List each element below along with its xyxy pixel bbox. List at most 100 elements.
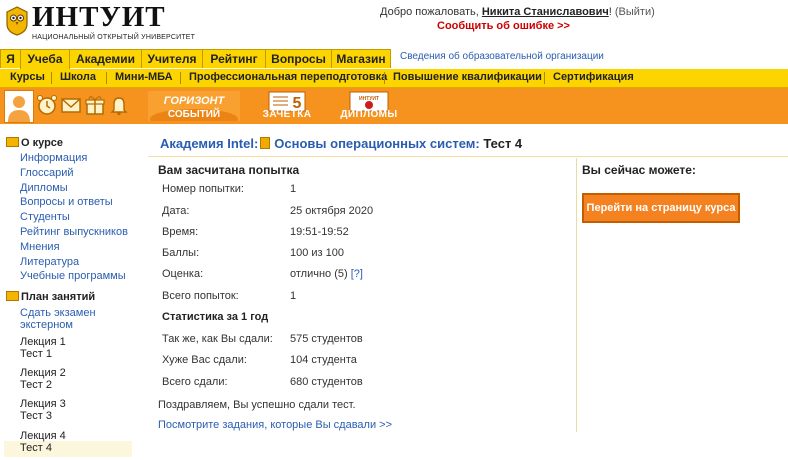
plan-item-line1: Лекция 4: [20, 430, 66, 442]
avatar[interactable]: [4, 90, 34, 123]
gift-icon[interactable]: [84, 94, 106, 116]
column-divider: [576, 158, 577, 432]
sidebar-link-glossary[interactable]: Глоссарий: [20, 167, 74, 179]
sidebar-link-qa[interactable]: Вопросы и ответы: [20, 196, 113, 208]
diplomas-label: ДИПЛОМЫ: [340, 109, 398, 120]
user-name-link[interactable]: Никита Станиславович: [482, 6, 609, 18]
tab-me[interactable]: Я: [0, 49, 21, 68]
subnav-certification[interactable]: Сертификация: [553, 71, 634, 83]
logout-link[interactable]: (Выйти): [615, 6, 655, 18]
event-horizon-banner[interactable]: ГОРИЗОНТ СОБЫТИЙ: [148, 91, 240, 129]
time-value: 19:51-19:52: [290, 226, 349, 238]
subnav-school[interactable]: Школа: [60, 71, 96, 83]
welcome-prefix: Добро пожаловать,: [380, 6, 479, 18]
go-to-course-button[interactable]: Перейти на страницу курса: [582, 193, 740, 223]
date-label: Дата:: [162, 205, 190, 217]
tab-questions[interactable]: Вопросы: [265, 49, 332, 68]
subnav-retraining[interactable]: Профессиональная переподготовка: [189, 71, 387, 83]
plan-item-line1: Лекция 2: [20, 367, 66, 379]
report-error-link[interactable]: Сообщить об ошибке >>: [437, 20, 570, 32]
header: ИНТУИТ НАЦИОНАЛЬНЫЙ ОТКРЫТЫЙ УНИВЕРСИТЕТ…: [0, 0, 788, 46]
subnav-divider: [180, 72, 181, 84]
course-sidebar: О курсе Информация Глоссарий Дипломы Воп…: [0, 130, 140, 460]
sidebar-link-literature[interactable]: Литература: [20, 256, 79, 268]
event-horizon-subtitle: СОБЫТИЙ: [168, 107, 220, 120]
stats-same-value: 575 студентов: [290, 333, 363, 345]
intuit-logo[interactable]: ИНТУИТ НАЦИОНАЛЬНЫЙ ОТКРЫТЫЙ УНИВЕРСИТЕТ: [2, 1, 195, 42]
sub-navigation: Курсы Школа Мини-МБА Профессиональная пе…: [0, 69, 788, 88]
plan-item-lecture-3[interactable]: Лекция 3 Тест 3: [20, 398, 66, 422]
sidebar-link-students[interactable]: Студенты: [20, 211, 70, 223]
plan-item-line2: экстерном: [20, 319, 73, 331]
logo-subtitle: НАЦИОНАЛЬНЫЙ ОТКРЫТЫЙ УНИВЕРСИТЕТ: [32, 34, 196, 41]
plan-item-line2: Тест 3: [20, 410, 52, 422]
folder-icon: [6, 137, 19, 147]
plan-item-lecture-1[interactable]: Лекция 1 Тест 1: [20, 336, 66, 360]
stats-worse-label: Хуже Вас сдали:: [162, 354, 247, 366]
breadcrumb: Академия Intel: Основы операционных систе…: [160, 136, 522, 151]
subnav-divider: [544, 72, 545, 84]
breadcrumb-current-test: Тест 4: [483, 136, 523, 151]
tab-teachers[interactable]: Учителя: [141, 49, 203, 68]
plan-item-line2: Тест 1: [20, 348, 52, 360]
tab-academies[interactable]: Академии: [69, 49, 142, 68]
subnav-divider: [384, 72, 385, 84]
sidebar-link-info[interactable]: Информация: [20, 152, 87, 164]
plan-item-lecture-4[interactable]: Лекция 4 Тест 4: [20, 430, 66, 454]
orange-toolbar: ГОРИЗОНТ СОБЫТИЙ 5 ЗАЧЕТКА ИНТУИТ ДИПЛОМ…: [0, 88, 788, 129]
breadcrumb-academy-link[interactable]: Академия Intel:: [160, 136, 258, 151]
total-attempts-label: Всего попыток:: [162, 290, 239, 302]
subnav-divider: [106, 72, 107, 84]
envelope-icon[interactable]: [60, 94, 82, 116]
diplomas-button[interactable]: ИНТУИТ ДИПЛОМЫ: [338, 91, 400, 121]
stats-worse-value: 104 студента: [290, 354, 357, 366]
event-horizon-graphic: ГОРИЗОНТ СОБЫТИЙ: [148, 91, 240, 129]
breadcrumb-course-link[interactable]: Основы операционных систем:: [274, 136, 479, 151]
grade-value: отлично (5): [290, 268, 348, 280]
stats-total-value: 680 студентов: [290, 376, 363, 388]
total-attempts-value: 1: [290, 290, 297, 302]
subnav-mini-mba[interactable]: Мини-МБА: [115, 71, 173, 83]
stats-title: Статистика за 1 год: [162, 311, 269, 323]
tab-shop[interactable]: Магазин: [331, 49, 391, 68]
stats-total-label: Всего сдали:: [162, 376, 228, 388]
sidebar-link-diplomas[interactable]: Дипломы: [20, 182, 68, 194]
sidebar-about-title: О курсе: [21, 137, 64, 149]
see-tasks-link[interactable]: Посмотрите задания, которые Вы сдавали >…: [158, 419, 392, 431]
score-value: 100 из 100: [290, 247, 345, 259]
content-divider: [148, 156, 788, 157]
plan-item-line1: Сдать экзамен: [20, 307, 96, 319]
bell-icon[interactable]: [108, 94, 130, 116]
sidebar-link-programs[interactable]: Учебные программы: [20, 270, 126, 282]
user-avatar-icon: [8, 96, 30, 122]
gradebook-button[interactable]: 5 ЗАЧЕТКА: [258, 91, 316, 121]
sidebar-link-opinions[interactable]: Мнения: [20, 241, 60, 253]
alarm-clock-icon[interactable]: [36, 94, 58, 116]
stats-same-label: Так же, как Вы сдали:: [162, 333, 273, 345]
grade-value-wrap: отлично (5) [?]: [290, 268, 363, 280]
attempt-number-value: 1: [290, 183, 297, 195]
welcome-line: Добро пожаловать, Никита Станиславович! …: [380, 6, 655, 18]
gradebook-label: ЗАЧЕТКА: [262, 109, 312, 120]
plan-item-line1: Лекция 3: [20, 398, 66, 410]
folder-icon: [6, 291, 19, 301]
attempt-number-label: Номер попытки:: [162, 183, 244, 195]
score-label: Баллы:: [162, 247, 200, 259]
actions-title: Вы сейчас можете:: [582, 163, 696, 177]
time-label: Время:: [162, 226, 199, 238]
tab-rating[interactable]: Рейтинг: [202, 49, 266, 68]
date-value: 25 октября 2020: [290, 205, 374, 217]
subnav-courses[interactable]: Курсы: [10, 71, 45, 83]
org-info-link[interactable]: Сведения об образовательной организации: [400, 51, 604, 62]
grade-help-link[interactable]: [?]: [351, 268, 363, 280]
plan-item-lecture-2[interactable]: Лекция 2 Тест 2: [20, 367, 66, 391]
main-tabs: Я Учеба Академии Учителя Рейтинг Вопросы…: [0, 49, 788, 70]
subnav-qualification[interactable]: Повышение квалификации: [393, 71, 542, 83]
sidebar-link-graduates-rating[interactable]: Рейтинг выпускников: [20, 226, 128, 238]
plan-item-extern-exam[interactable]: Сдать экзамен экстерном: [20, 307, 96, 331]
course-book-icon: [260, 137, 271, 149]
sidebar-plan-title: План занятий: [21, 291, 96, 303]
tab-study[interactable]: Учеба: [20, 49, 70, 70]
grade-label: Оценка:: [162, 268, 204, 280]
plan-item-line2: Тест 4: [20, 442, 52, 454]
